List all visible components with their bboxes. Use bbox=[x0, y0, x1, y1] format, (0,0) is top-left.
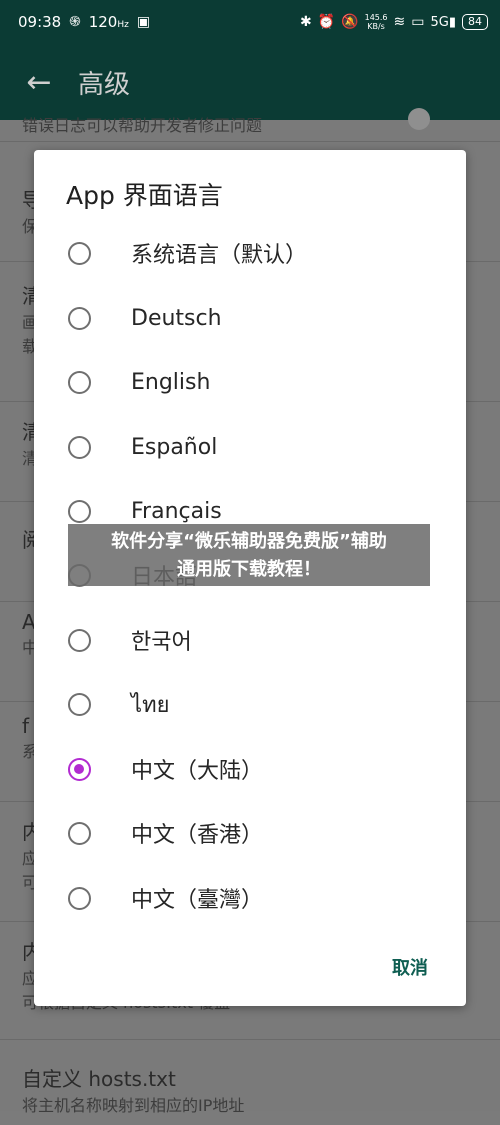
language-option[interactable]: 中文（臺灣） bbox=[34, 866, 466, 930]
back-arrow-icon[interactable]: ← bbox=[0, 65, 78, 100]
alarm-icon: ⏰ bbox=[317, 14, 336, 30]
notification-icon: ▣ bbox=[136, 14, 151, 30]
watermark-line: 通用版下载教程！ bbox=[177, 559, 321, 580]
language-option[interactable]: Español bbox=[34, 415, 466, 479]
list-item[interactable]: 自定义 hosts.txt 将主机名称映射到相应的IP地址 bbox=[0, 1055, 500, 1125]
app-bar: ← 高级 bbox=[0, 44, 500, 120]
language-option[interactable]: English bbox=[34, 350, 466, 414]
dialog-title: App 界面语言 bbox=[66, 181, 223, 210]
wifi-icon: ≋ bbox=[393, 14, 406, 30]
language-option-label: 中文（香港） bbox=[131, 823, 264, 848]
mute-icon: 🔕 bbox=[341, 14, 359, 30]
language-option[interactable]: ไทย bbox=[34, 672, 466, 736]
radio-button[interactable] bbox=[68, 886, 91, 910]
language-option-label: Español bbox=[131, 434, 218, 460]
status-time: 09:38 bbox=[18, 13, 62, 31]
radio-button[interactable] bbox=[68, 370, 91, 394]
radio-button[interactable] bbox=[68, 306, 91, 330]
language-option-label: 系统语言（默认） bbox=[131, 243, 308, 268]
cancel-button[interactable]: 取消 bbox=[392, 954, 428, 980]
battery-indicator: 84 bbox=[462, 14, 488, 30]
radio-button[interactable] bbox=[68, 692, 91, 716]
list-item-title: 自定义 hosts.txt bbox=[22, 1067, 176, 1091]
language-option[interactable]: Deutsch bbox=[34, 286, 466, 350]
signal-indicator: 5G▮ bbox=[430, 14, 456, 30]
language-option-label: English bbox=[131, 369, 211, 395]
language-option-label: 한국어 bbox=[131, 630, 192, 655]
watermark-line: 软件分享“微乐辅助器免费版”辅助 bbox=[111, 531, 387, 552]
list-item-subtitle: 将主机名称映射到相应的IP地址 bbox=[22, 1096, 245, 1115]
hd-icon: ▭ bbox=[411, 14, 425, 30]
language-option[interactable]: 한국어 bbox=[34, 608, 466, 672]
refresh-rate-badge: 120Hz bbox=[88, 13, 129, 31]
language-option-label: Deutsch bbox=[131, 305, 222, 331]
language-option[interactable]: 系统语言（默认） bbox=[34, 221, 466, 285]
radio-button-selected[interactable] bbox=[68, 757, 91, 781]
wind-icon: ֍ bbox=[69, 14, 81, 30]
watermark-banner: 软件分享“微乐辅助器免费版”辅助 通用版下载教程！ bbox=[68, 524, 430, 586]
language-option-label: Français bbox=[131, 498, 222, 524]
language-option-label: ไทย bbox=[131, 692, 170, 718]
language-option-label: 中文（臺灣） bbox=[131, 888, 264, 913]
radio-button[interactable] bbox=[68, 628, 91, 652]
language-option[interactable]: 中文（香港） bbox=[34, 801, 466, 865]
language-option-label: 中文（大陆） bbox=[131, 759, 264, 784]
radio-button[interactable] bbox=[68, 241, 91, 265]
net-speed: 145.6 KB/s bbox=[364, 13, 388, 31]
radio-button[interactable] bbox=[68, 499, 91, 523]
page-title: 高级 bbox=[78, 69, 131, 100]
radio-button[interactable] bbox=[68, 821, 91, 845]
toggle-switch[interactable] bbox=[408, 108, 430, 130]
bluetooth-icon: ✱ bbox=[300, 14, 312, 30]
status-bar: 09:38 ֍ 120Hz ▣ ✱ ⏰ 🔕 145.6 KB/s ≋ ▭ 5G▮… bbox=[0, 0, 500, 44]
language-option[interactable]: 中文（大陆） bbox=[34, 737, 466, 801]
radio-button[interactable] bbox=[68, 435, 91, 459]
